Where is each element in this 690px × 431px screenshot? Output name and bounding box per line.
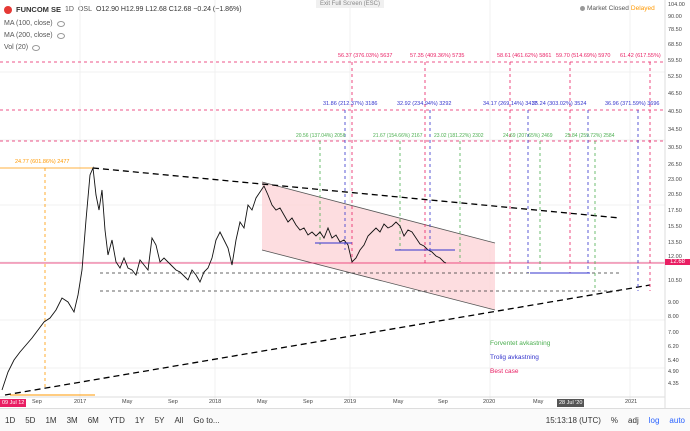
range-3m[interactable]: 3M (62, 416, 83, 425)
range-1y[interactable]: 1Y (130, 416, 150, 425)
price-tick: 104.00 (668, 2, 685, 8)
time-tick: 2018 (209, 399, 222, 405)
price-chart[interactable] (0, 0, 690, 409)
time-tick: May (122, 399, 133, 405)
time-tick: Sep (303, 399, 313, 405)
goto-button[interactable]: Go to... (188, 416, 224, 425)
start-date-badge: 09 Jul 12 (0, 399, 27, 407)
price-tick: 4.35 (668, 381, 679, 387)
range-5y[interactable]: 5Y (150, 416, 170, 425)
cursor-date-badge: 28 Jul '20 (557, 399, 585, 407)
likely-label: 34.17 (269.14%) 3417 (483, 101, 538, 107)
price-axis[interactable]: 104.00 90.00 78.50 68.50 59.50 52.50 46.… (668, 0, 690, 397)
best-label: 59.70 (514.69%) 5970 (556, 53, 611, 59)
time-tick: 2017 (74, 399, 87, 405)
likely-label: 32.92 (234.94%) 3292 (397, 101, 452, 107)
price-tick: 34.50 (668, 127, 682, 133)
current-price-badge: 12.68 (665, 259, 690, 265)
clock-readout[interactable]: 15:13:18 (UTC) (541, 416, 606, 425)
time-tick: Sep (32, 399, 42, 405)
price-tick: 8.00 (668, 314, 679, 320)
likely-label: 31.86 (212.37%) 3186 (323, 101, 378, 107)
range-1m[interactable]: 1M (40, 416, 61, 425)
percent-toggle[interactable]: % (606, 416, 623, 425)
peak-label: 24.77 (601.86%) 2477 (15, 159, 70, 165)
price-tick: 23.00 (668, 177, 682, 183)
time-tick: May (257, 399, 268, 405)
log-toggle[interactable]: log (644, 416, 665, 425)
price-tick: 13.50 (668, 240, 682, 246)
best-label: 57.35 (409.36%) 5735 (410, 53, 465, 59)
price-tick: 5.40 (668, 358, 679, 364)
range-all[interactable]: All (169, 416, 188, 425)
legend-best: Best case (490, 368, 519, 375)
price-tick: 46.50 (668, 91, 682, 97)
expected-label: 24.69 (207.65%) 2469 (503, 133, 553, 139)
price-tick: 20.50 (668, 192, 682, 198)
price-tick: 52.50 (668, 74, 682, 80)
expected-label: 20.56 (137.04%) 2056 (296, 133, 346, 139)
price-tick: 26.50 (668, 162, 682, 168)
price-tick: 90.00 (668, 14, 682, 20)
time-tick: May (393, 399, 404, 405)
expected-label: 21.67 (154.66%) 2167 (373, 133, 423, 139)
price-tick: 59.50 (668, 58, 682, 64)
expected-label: 25.84 (259.72%) 2584 (565, 133, 615, 139)
range-5d[interactable]: 5D (20, 416, 40, 425)
time-tick: May (533, 399, 544, 405)
time-tick: Sep (168, 399, 178, 405)
best-label: 58.61 (461.62%) 5861 (497, 53, 552, 59)
range-ytd[interactable]: YTD (104, 416, 130, 425)
time-tick: 2020 (483, 399, 496, 405)
best-label: 61.42 (617.55%) (620, 53, 661, 59)
price-tick: 4.90 (668, 369, 679, 375)
expected-label: 23.02 (181.22%) 2302 (434, 133, 484, 139)
price-tick: 7.00 (668, 330, 679, 336)
best-label: 56.37 (376.03%) 5637 (338, 53, 393, 59)
price-tick: 10.50 (668, 278, 682, 284)
legend-expected: Forventet avkastning (490, 340, 551, 347)
price-tick: 78.50 (668, 27, 682, 33)
support-trendline (4, 284, 651, 396)
bottom-toolbar: 1D 5D 1M 3M 6M YTD 1Y 5Y All Go to... 15… (0, 408, 690, 431)
price-tick: 30.50 (668, 145, 682, 151)
range-6m[interactable]: 6M (83, 416, 104, 425)
range-1d[interactable]: 1D (0, 416, 20, 425)
likely-label: 36.96 (371.59%) 3696 (605, 101, 660, 107)
time-tick: 2019 (344, 399, 357, 405)
price-tick: 40.50 (668, 109, 682, 115)
adj-toggle[interactable]: adj (623, 416, 644, 425)
price-tick: 6.20 (668, 344, 679, 350)
price-tick: 68.50 (668, 42, 682, 48)
price-tick: 17.50 (668, 208, 682, 214)
time-tick: 2021 (625, 399, 638, 405)
legend-likely: Trolig avkastning (490, 354, 539, 361)
price-tick: 9.00 (668, 300, 679, 306)
price-tick: 15.50 (668, 224, 682, 230)
auto-toggle[interactable]: auto (664, 416, 690, 425)
time-tick: Sep (438, 399, 448, 405)
likely-label: 35.24 (303.02%) 3524 (532, 101, 587, 107)
